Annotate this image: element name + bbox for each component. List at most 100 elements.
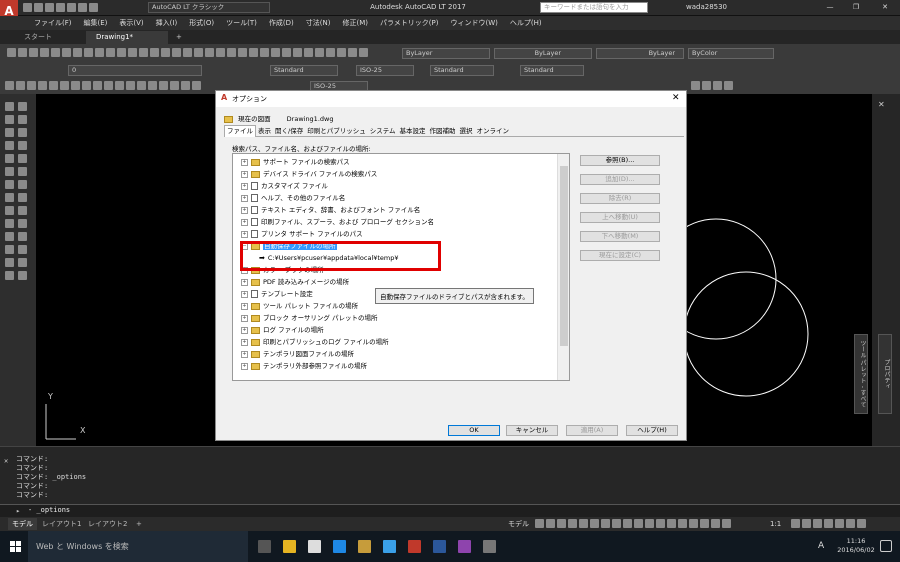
- tab-add[interactable]: +: [136, 518, 142, 530]
- tab-start[interactable]: スタート: [20, 31, 80, 43]
- tool-icon[interactable]: [5, 167, 14, 176]
- tool-icon[interactable]: [724, 81, 733, 90]
- new-icon[interactable]: [23, 3, 32, 12]
- tool-icon[interactable]: [282, 48, 291, 57]
- annotation-scale[interactable]: 1:1: [770, 518, 781, 530]
- tab-preferences[interactable]: 基本設定: [398, 126, 428, 137]
- menu-modify[interactable]: 修正(M): [342, 16, 368, 30]
- dim-style-select[interactable]: ISO-25: [356, 65, 414, 76]
- tab-drawing1[interactable]: Drawing1*: [86, 31, 168, 44]
- tool-icon[interactable]: [315, 48, 324, 57]
- tool-icon[interactable]: [192, 81, 201, 90]
- tab-online[interactable]: オンライン: [475, 126, 512, 137]
- tool-icon[interactable]: [846, 519, 855, 528]
- tool-icon[interactable]: [95, 48, 104, 57]
- tool-icon[interactable]: [5, 141, 14, 150]
- tab-model[interactable]: モデル: [8, 518, 37, 530]
- tool-icon[interactable]: [5, 206, 14, 215]
- menu-file[interactable]: ファイル(F): [34, 16, 72, 30]
- tool-icon[interactable]: [711, 519, 720, 528]
- ok-button[interactable]: OK: [448, 425, 500, 436]
- add-button[interactable]: 追加(D)...: [580, 174, 660, 185]
- tool-icon[interactable]: [857, 519, 866, 528]
- tool-icon[interactable]: [194, 48, 203, 57]
- text-style-select[interactable]: Standard: [270, 65, 338, 76]
- ime-indicator[interactable]: A: [818, 541, 824, 551]
- menu-parametric[interactable]: パラメトリック(P): [380, 16, 438, 30]
- tab-drafting[interactable]: 作図補助: [428, 126, 458, 137]
- tool-icon[interactable]: [238, 48, 247, 57]
- tool-icon[interactable]: [656, 519, 665, 528]
- tool-icon[interactable]: [612, 519, 621, 528]
- tool-icon[interactable]: [813, 519, 822, 528]
- taskbar-search[interactable]: Web と Windows を検索: [28, 531, 248, 562]
- tool-icon[interactable]: [678, 519, 687, 528]
- tool-icon[interactable]: [38, 81, 47, 90]
- tool-icon[interactable]: [337, 48, 346, 57]
- redo-icon[interactable]: [89, 3, 98, 12]
- palette-strip[interactable]: ツール パレット - すべて: [854, 334, 868, 414]
- tool-icon[interactable]: [722, 519, 731, 528]
- tool-icon[interactable]: [260, 48, 269, 57]
- tool-icon[interactable]: [139, 48, 148, 57]
- tool-icon[interactable]: [557, 519, 566, 528]
- tool-icon[interactable]: [249, 48, 258, 57]
- tool-icon[interactable]: [568, 519, 577, 528]
- tool-icon[interactable]: [18, 180, 27, 189]
- move-up-button[interactable]: 上へ移動(U): [580, 212, 660, 223]
- line-icon[interactable]: [5, 102, 14, 111]
- tool-icon[interactable]: [49, 81, 58, 90]
- tool-icon[interactable]: [18, 102, 27, 111]
- tool-icon[interactable]: [5, 128, 14, 137]
- scroll-thumb[interactable]: [560, 166, 568, 346]
- color-select[interactable]: ByLayer: [402, 48, 490, 59]
- tool-icon[interactable]: [18, 219, 27, 228]
- tool-icon[interactable]: [5, 258, 14, 267]
- user-name[interactable]: wada28530: [686, 0, 727, 15]
- tool-icon[interactable]: [5, 245, 14, 254]
- layer-select[interactable]: 0: [68, 65, 202, 76]
- tool-icon[interactable]: [29, 48, 38, 57]
- circle-shape[interactable]: [683, 271, 809, 397]
- tool-icon[interactable]: [5, 115, 14, 124]
- apply-button[interactable]: 適用(A): [566, 425, 618, 436]
- tool-icon[interactable]: [62, 48, 71, 57]
- lineweight-select[interactable]: ByLayer: [596, 48, 684, 59]
- tool-icon[interactable]: [82, 81, 91, 90]
- tool-icon[interactable]: [689, 519, 698, 528]
- plot-icon[interactable]: [67, 3, 76, 12]
- help-button[interactable]: ヘルプ(H): [626, 425, 678, 436]
- tool-icon[interactable]: [40, 48, 49, 57]
- command-input[interactable]: - _options: [28, 506, 70, 514]
- tree-item[interactable]: + テキスト エディタ、辞書、およびフォント ファイル名: [241, 204, 420, 216]
- tool-icon[interactable]: [601, 519, 610, 528]
- tool-icon[interactable]: [293, 48, 302, 57]
- tool-icon[interactable]: [18, 245, 27, 254]
- move-down-button[interactable]: 下へ移動(M): [580, 231, 660, 242]
- undo-icon[interactable]: [78, 3, 87, 12]
- tree-item[interactable]: + ログ ファイルの場所: [241, 324, 324, 336]
- tab-layout1[interactable]: レイアウト1: [42, 518, 81, 530]
- tree-item[interactable]: + テンプレート設定: [241, 288, 313, 300]
- menu-help[interactable]: ヘルプ(H): [510, 16, 542, 30]
- app-icon[interactable]: [483, 540, 496, 553]
- tool-icon[interactable]: [535, 519, 544, 528]
- tool-icon[interactable]: [170, 81, 179, 90]
- tool-icon[interactable]: [18, 128, 27, 137]
- mleader-style-select[interactable]: Standard: [520, 65, 584, 76]
- tool-icon[interactable]: [84, 48, 93, 57]
- window-restore-button[interactable]: ❐: [846, 0, 866, 15]
- tree-item[interactable]: + サポート ファイルの検索パス: [241, 156, 350, 168]
- tool-icon[interactable]: [702, 81, 711, 90]
- tree-item[interactable]: + テンポラリ外部参照ファイルの場所: [241, 360, 367, 372]
- tool-icon[interactable]: [18, 154, 27, 163]
- tool-icon[interactable]: [835, 519, 844, 528]
- clock[interactable]: 11:16 2016/06/02: [836, 537, 876, 555]
- open-icon[interactable]: [34, 3, 43, 12]
- tool-icon[interactable]: [5, 81, 14, 90]
- remove-button[interactable]: 除去(R): [580, 193, 660, 204]
- tool-icon[interactable]: [645, 519, 654, 528]
- tool-icon[interactable]: [104, 81, 113, 90]
- linetype-select[interactable]: ByLayer: [494, 48, 592, 59]
- tool-icon[interactable]: [216, 48, 225, 57]
